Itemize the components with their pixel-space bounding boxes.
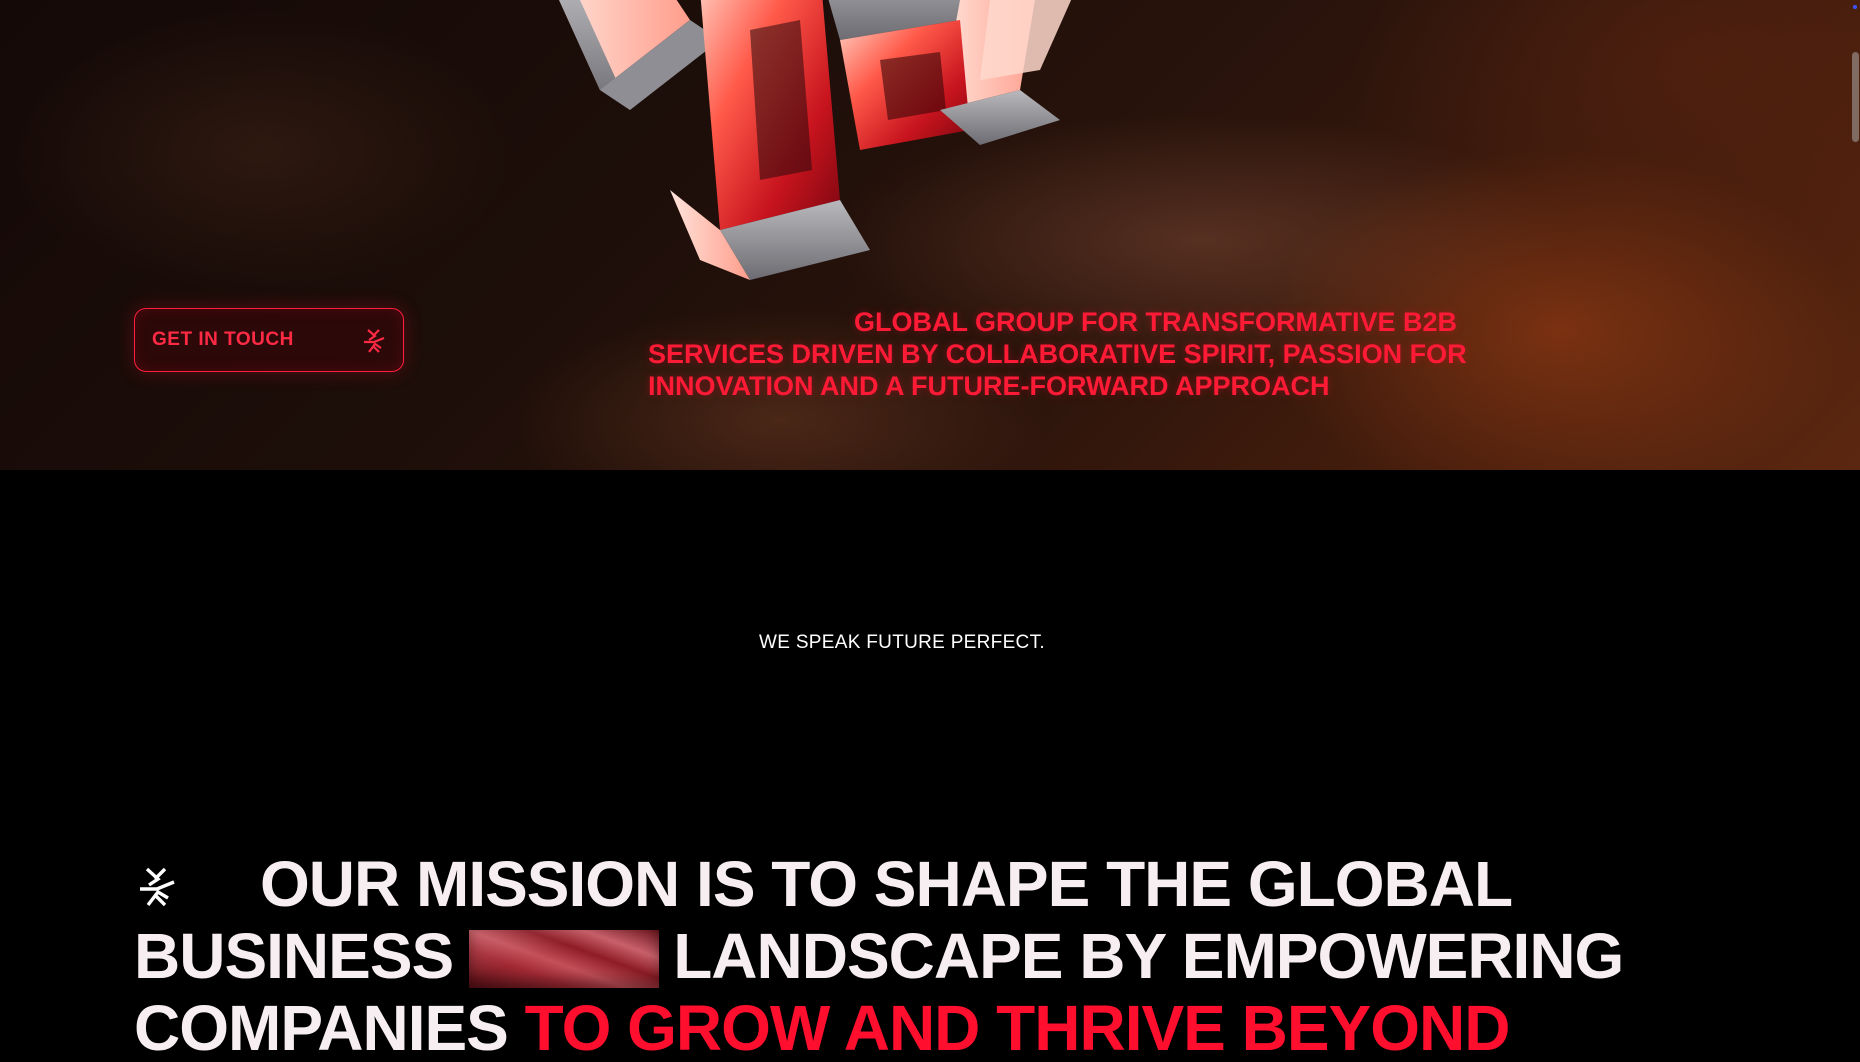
- mission-text-row-2a: BUSINESS: [134, 920, 454, 992]
- get-in-touch-label: GET IN TOUCH: [152, 329, 294, 350]
- tagline-line-2: SERVICES DRIVEN BY COLLABORATIVE SPIRIT,…: [648, 339, 1467, 369]
- brand-mark-icon: [140, 867, 175, 907]
- mission-text-row-3a: COMPANIES: [134, 992, 509, 1062]
- page: GET IN TOUCH GLOBAL GROUP FOR TRANSFORMA…: [0, 0, 1860, 1062]
- corner-indicator-dot: [1853, 5, 1857, 9]
- inline-landscape-image: [469, 930, 660, 988]
- mission-text-row-1: OUR MISSION IS TO SHAPE THE GLOBAL: [260, 848, 1513, 920]
- mission-text-row-2b: LANDSCAPE BY EMPOWERING: [673, 920, 1624, 992]
- get-in-touch-button[interactable]: GET IN TOUCH: [134, 308, 404, 372]
- hero-tagline: GLOBAL GROUP FOR TRANSFORMATIVE B2B SERV…: [648, 306, 1488, 402]
- mission-row-2: BUSINESS LANDSCAPE BY EMPOWERING: [134, 920, 1734, 992]
- tagline-line-3: INNOVATION AND A FUTURE-FORWARD APPROACH: [648, 371, 1330, 401]
- mission-row-1: OUR MISSION IS TO SHAPE THE GLOBAL: [134, 848, 1734, 920]
- slogan-text: WE SPEAK FUTURE PERFECT.: [759, 632, 1045, 653]
- hero-section: GET IN TOUCH GLOBAL GROUP FOR TRANSFORMA…: [0, 0, 1860, 470]
- mission-statement: OUR MISSION IS TO SHAPE THE GLOBAL BUSIN…: [134, 848, 1734, 1062]
- page-scrollbar[interactable]: [1850, 0, 1860, 1062]
- mission-accent-text: TO GROW AND THRIVE BEYOND: [524, 992, 1511, 1062]
- hero-sculpture-image: [559, 0, 1072, 280]
- tagline-line-1: GLOBAL GROUP FOR TRANSFORMATIVE B2B: [854, 307, 1458, 337]
- mission-row-3: COMPANIES TO GROW AND THRIVE BEYOND: [134, 992, 1734, 1062]
- scrollbar-thumb[interactable]: [1852, 52, 1859, 142]
- brand-mark-icon: [364, 329, 385, 353]
